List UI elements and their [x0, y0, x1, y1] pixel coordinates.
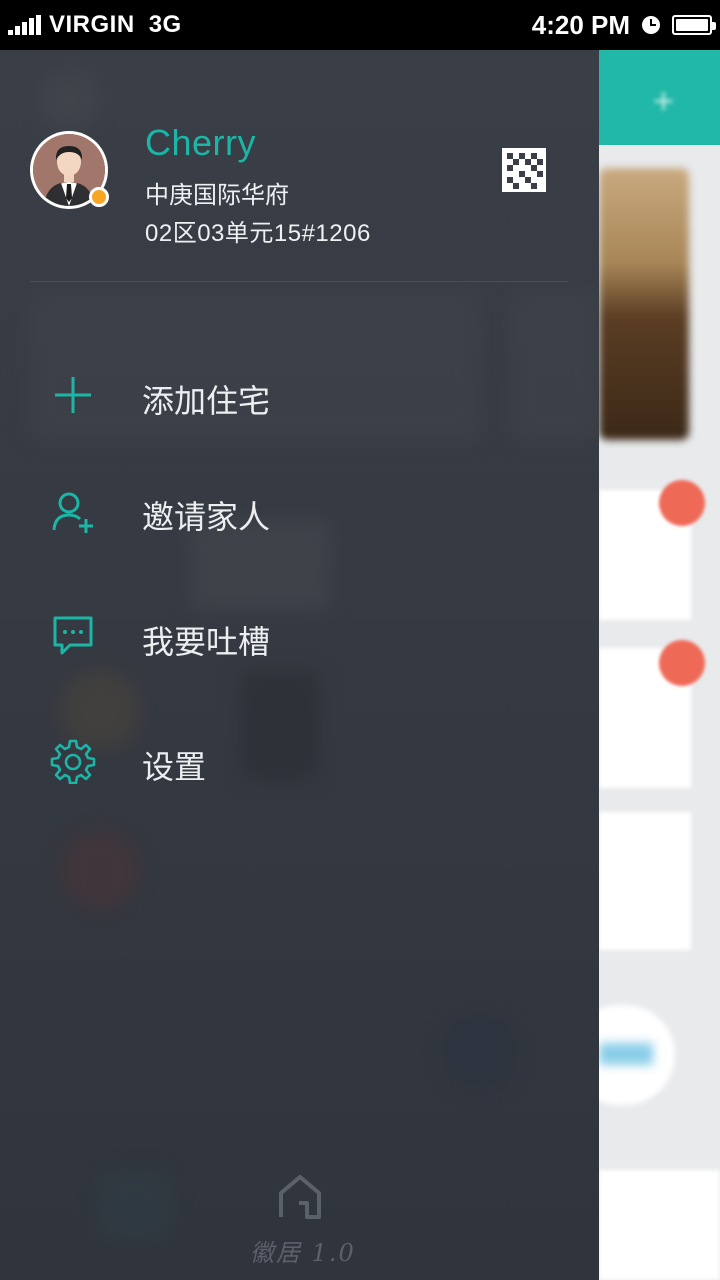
carrier-label: VIRGIN [49, 11, 135, 38]
ghost-shape [60, 830, 140, 910]
background-header: + [599, 50, 720, 145]
battery-icon [672, 15, 716, 35]
network-label: 3G [148, 11, 182, 38]
gear-icon [50, 739, 96, 784]
background-badge [659, 640, 705, 686]
menu-item-feedback[interactable]: 我要吐槽 [0, 595, 599, 675]
status-bar: VIRGIN 3G 4:20 PM [0, 0, 720, 50]
background-plus-icon: + [653, 80, 675, 121]
ghost-shape [40, 70, 100, 130]
menu-item-invite-family[interactable]: 邀请家人 [0, 470, 599, 550]
online-status-dot [89, 187, 109, 207]
menu-item-label: 设置 [142, 749, 207, 785]
background-bottom-bar [599, 1170, 720, 1280]
user-name[interactable]: Cherry [145, 122, 256, 164]
signal-strength-icon [8, 15, 43, 35]
menu-item-settings[interactable]: 设置 [0, 720, 599, 800]
menu-item-label: 添加住宅 [142, 383, 271, 419]
menu-item-label: 我要吐槽 [142, 624, 271, 660]
ghost-shape [440, 1010, 520, 1090]
background-badge [659, 480, 705, 526]
plus-icon [55, 377, 91, 413]
app-version-brand: 徽居 1.0 [250, 1239, 356, 1267]
add-user-icon [52, 492, 93, 533]
qr-code-icon[interactable] [502, 148, 546, 192]
side-drawer: Cherry 中庚国际华府 02区03单元15#1206 添加住宅 邀请家人 我… [0, 50, 599, 1280]
alarm-icon [642, 16, 660, 34]
background-pill-text [599, 1043, 653, 1065]
chat-bubble-icon [53, 616, 93, 655]
status-time: 4:20 PM [531, 9, 630, 40]
background-photo [599, 168, 689, 440]
background-card [599, 812, 691, 950]
ghost-shape [100, 1170, 170, 1240]
address-unit: 02区03单元15#1206 [145, 220, 371, 247]
background-home-screen[interactable]: + [599, 50, 720, 1280]
menu-item-label: 邀请家人 [142, 499, 271, 535]
house-logo-icon [279, 1175, 321, 1219]
avatar[interactable] [30, 131, 109, 209]
menu-item-add-residence[interactable]: 添加住宅 [0, 354, 599, 434]
header-divider [30, 281, 568, 282]
address-community: 中庚国际华府 [145, 182, 289, 209]
